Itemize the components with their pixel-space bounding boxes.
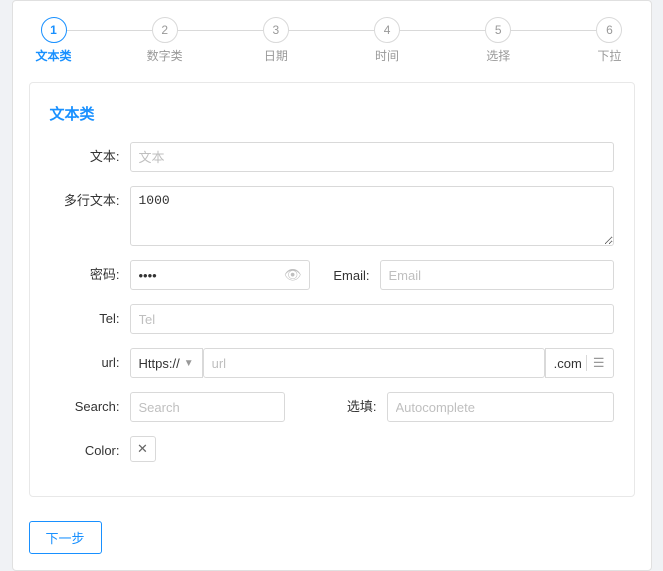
url-suffix-button[interactable]: ☰ xyxy=(586,355,605,371)
color-label: Color: xyxy=(50,436,130,466)
url-input[interactable] xyxy=(203,348,545,378)
step-4[interactable]: 4 时间 xyxy=(362,17,412,64)
text-field xyxy=(130,142,614,172)
chevron-down-icon: ▼ xyxy=(184,358,194,369)
step-circle-2: 2 xyxy=(152,17,178,43)
tel-label: Tel: xyxy=(50,304,130,334)
email-label: Email: xyxy=(330,268,380,283)
password-input[interactable] xyxy=(130,260,310,290)
step-5[interactable]: 5 选择 xyxy=(473,17,523,64)
autocomplete-label: 选填: xyxy=(337,392,387,422)
color-x-icon: ✕ xyxy=(137,441,148,457)
tel-field xyxy=(130,304,614,334)
search-autocomplete-group: Search: 选填: xyxy=(50,392,614,422)
multiline-row: 多行文本: 1000 xyxy=(50,186,614,246)
url-label: url: xyxy=(50,348,130,378)
email-group: Email: xyxy=(330,260,614,290)
step-label-4: 时间 xyxy=(375,47,399,64)
step-circle-1: 1 xyxy=(41,17,67,43)
step-6[interactable]: 6 下拉 xyxy=(584,17,634,64)
step-circle-3: 3 xyxy=(263,17,289,43)
autocomplete-input[interactable] xyxy=(387,392,614,422)
text-label: 文本: xyxy=(50,142,130,172)
stepper: 1 文本类 2 数字类 3 日期 4 时间 5 选择 6 下拉 xyxy=(29,17,635,64)
multiline-field: 1000 xyxy=(130,186,614,246)
step-circle-6: 6 xyxy=(596,17,622,43)
step-label-6: 下拉 xyxy=(597,47,621,64)
bottom-bar: 下一步 xyxy=(29,513,635,554)
password-wrapper: 👁 xyxy=(130,260,310,290)
color-picker[interactable]: ✕ xyxy=(130,436,156,462)
url-protocol-value: Https:// xyxy=(139,356,180,371)
url-suffix-text: .com xyxy=(554,356,582,371)
search-autocomplete-row: Search: 选填: xyxy=(50,392,614,422)
search-half: Search: xyxy=(50,392,327,422)
step-label-5: 选择 xyxy=(486,47,510,64)
color-row: Color: ✕ xyxy=(50,436,614,466)
search-label: Search: xyxy=(50,392,130,422)
step-circle-5: 5 xyxy=(485,17,511,43)
password-field: 👁 Email: xyxy=(130,260,614,290)
eye-icon[interactable]: 👁 xyxy=(284,267,302,284)
step-3[interactable]: 3 日期 xyxy=(251,17,301,64)
text-row: 文本: xyxy=(50,142,614,172)
step-label-3: 日期 xyxy=(264,47,288,64)
card-title: 文本类 xyxy=(50,103,614,124)
email-input[interactable] xyxy=(380,260,614,290)
multiline-input[interactable]: 1000 xyxy=(130,186,614,246)
search-input[interactable] xyxy=(130,392,285,422)
password-email-row: 密码: 👁 Email: xyxy=(50,260,614,290)
url-row: url: Https:// ▼ .com ☰ xyxy=(50,348,614,378)
tel-input[interactable] xyxy=(130,304,614,334)
step-2[interactable]: 2 数字类 xyxy=(140,17,190,64)
step-label-1: 文本类 xyxy=(35,47,71,64)
multiline-label: 多行文本: xyxy=(50,186,130,216)
step-circle-4: 4 xyxy=(374,17,400,43)
password-label: 密码: xyxy=(50,260,130,290)
tel-row: Tel: xyxy=(50,304,614,334)
step-label-2: 数字类 xyxy=(147,47,183,64)
url-field: Https:// ▼ .com ☰ xyxy=(130,348,614,378)
step-1[interactable]: 1 文本类 xyxy=(29,17,79,64)
url-suffix: .com ☰ xyxy=(545,348,614,378)
url-group: Https:// ▼ .com ☰ xyxy=(130,348,614,378)
main-container: 1 文本类 2 数字类 3 日期 4 时间 5 选择 6 下拉 文本类 文本: xyxy=(12,0,652,571)
color-field: ✕ xyxy=(130,436,614,462)
form-card: 文本类 文本: 多行文本: 1000 密码: 👁 Ema xyxy=(29,82,635,497)
text-input[interactable] xyxy=(130,142,614,172)
next-button[interactable]: 下一步 xyxy=(29,521,102,554)
autocomplete-half: 选填: xyxy=(337,392,614,422)
url-protocol-select[interactable]: Https:// ▼ xyxy=(130,348,203,378)
